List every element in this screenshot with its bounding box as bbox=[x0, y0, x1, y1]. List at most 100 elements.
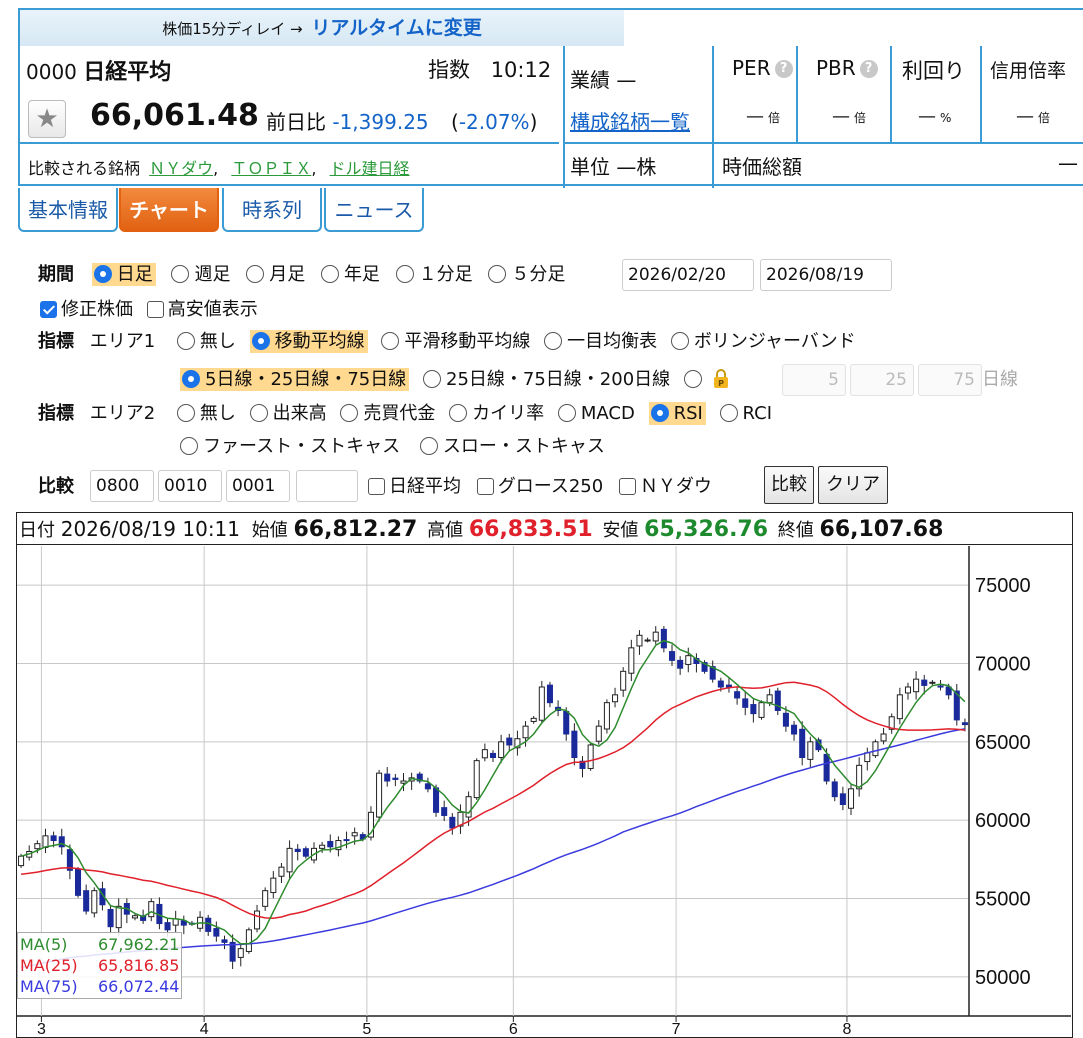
candle-body bbox=[327, 840, 334, 848]
period-weekly[interactable]: 週足 bbox=[171, 264, 230, 285]
close-value: 66,107.68 bbox=[819, 517, 944, 542]
compare-link-nydow[interactable]: ＮＹダウ bbox=[149, 159, 213, 178]
candle-body bbox=[660, 628, 667, 649]
adjusted-price-check[interactable]: 修正株価 bbox=[40, 299, 133, 320]
candle-body bbox=[75, 868, 82, 896]
y-tick-label: 65000 bbox=[975, 732, 1031, 754]
area2-deviation[interactable]: カイリ率 bbox=[449, 403, 544, 424]
compare-link-topix[interactable]: ＴＯＰＩＸ bbox=[231, 159, 311, 178]
tab-basic-info[interactable]: 基本情報 bbox=[18, 188, 118, 232]
compare-check-growth250[interactable]: グロース250 bbox=[476, 476, 603, 497]
open-label: 始値 bbox=[251, 520, 288, 541]
compare-code-3[interactable]: 0001 bbox=[226, 470, 290, 502]
candle-body bbox=[449, 816, 456, 829]
compare-label: 比較される銘柄 bbox=[28, 159, 141, 178]
quote-time: 10:12 bbox=[490, 58, 552, 82]
candle-body bbox=[506, 737, 513, 746]
hilo-check[interactable]: 高安値表示 bbox=[146, 299, 258, 320]
ma-option-25-75-200[interactable]: 25日線・75日線・200日線 bbox=[423, 369, 670, 390]
tab-chart[interactable]: チャート bbox=[119, 188, 219, 232]
area1-moving-average[interactable]: 移動平均線 bbox=[249, 330, 368, 353]
ma-custom-2-input[interactable]: 25 bbox=[850, 364, 914, 396]
compare-code-1[interactable]: 0800 bbox=[90, 470, 154, 502]
ma25-line bbox=[21, 681, 965, 919]
candle-body bbox=[319, 844, 326, 849]
area2-fast-stoch[interactable]: ファースト・ストキャス bbox=[180, 436, 400, 457]
y-tick-label: 60000 bbox=[975, 810, 1031, 832]
constituents-link[interactable]: 構成銘柄一覧 bbox=[570, 106, 690, 135]
low-label: 安値 bbox=[602, 520, 639, 541]
candle-body bbox=[791, 724, 798, 735]
candle-body bbox=[904, 686, 911, 694]
date-from-input[interactable]: 2026/02/20 bbox=[622, 259, 754, 291]
candle-body bbox=[107, 908, 114, 928]
ma-option-5-25-75[interactable]: 5日線・25日線・75日線 bbox=[180, 368, 410, 391]
compare-code-4[interactable] bbox=[296, 470, 358, 502]
area1-none[interactable]: 無し bbox=[176, 331, 236, 352]
candle-body bbox=[937, 685, 944, 688]
area2-trading-value[interactable]: 売買代金 bbox=[340, 403, 435, 424]
candle-body bbox=[392, 777, 399, 780]
candle-body bbox=[734, 691, 741, 699]
candle-body bbox=[254, 910, 261, 930]
area1-bollinger[interactable]: ボリンジャーバンド bbox=[670, 331, 856, 352]
ma-custom-3-input[interactable]: 75 bbox=[918, 364, 982, 396]
realtime-link[interactable]: リアルタイムに変更 bbox=[311, 17, 481, 39]
candle-body bbox=[245, 929, 252, 952]
candle-body bbox=[302, 848, 309, 857]
tab-time-series[interactable]: 時系列 bbox=[222, 188, 322, 232]
per-help-icon[interactable]: ? bbox=[774, 60, 793, 78]
candle-body bbox=[465, 796, 472, 818]
legend-ma5-value: 67,962.21 bbox=[98, 935, 180, 954]
ma-custom-1-input[interactable]: 5 bbox=[782, 364, 846, 396]
date-to-input[interactable]: 2026/08/19 bbox=[760, 259, 892, 291]
candle-body bbox=[522, 725, 529, 739]
period-5min[interactable]: ５分足 bbox=[488, 264, 565, 285]
area2-macd[interactable]: MACD bbox=[557, 403, 635, 424]
candle-body bbox=[913, 678, 920, 693]
area2-none[interactable]: 無し bbox=[176, 403, 236, 424]
ohlc-bar: 日付 2026/08/19 10:11 始値 66,812.27 高値 66,8… bbox=[17, 513, 1072, 545]
pbr-help-icon[interactable]: ? bbox=[859, 60, 878, 78]
ma-option-custom[interactable] bbox=[683, 369, 707, 390]
compare-check-nydow[interactable]: ＮＹダウ bbox=[618, 476, 712, 497]
tab-news[interactable]: ニュース bbox=[324, 188, 424, 232]
margin-label: 信用倍率 bbox=[990, 60, 1067, 82]
compare-check-nikkei[interactable]: 日経平均 bbox=[368, 476, 461, 497]
candle-body bbox=[628, 647, 635, 674]
candle-body bbox=[717, 680, 724, 688]
y-tick-label: 55000 bbox=[975, 889, 1031, 911]
x-tick-label: 8 bbox=[842, 1021, 851, 1036]
candle-body bbox=[880, 733, 887, 742]
candle-body bbox=[677, 659, 684, 669]
area2-rsi[interactable]: RSI bbox=[648, 402, 706, 425]
period-yearly[interactable]: 年足 bbox=[320, 264, 380, 285]
candle-body bbox=[538, 686, 545, 721]
quote-panel: 株価15分ディレイ → リアルタイムに変更 0000 日経平均 指数 10:12… bbox=[18, 8, 1083, 188]
compare-link-dollar-nikkei[interactable]: ドル建日経 bbox=[330, 159, 410, 178]
favorite-star-icon[interactable]: ★ bbox=[28, 100, 66, 138]
compare-button[interactable]: 比較 bbox=[764, 466, 814, 504]
candle-body bbox=[847, 788, 855, 809]
low-value: 65,326.76 bbox=[644, 517, 769, 542]
period-1min[interactable]: １分足 bbox=[395, 264, 473, 285]
area2-rci[interactable]: RCI bbox=[719, 403, 772, 424]
area2-volume[interactable]: 出来高 bbox=[249, 403, 327, 424]
area2-slow-stoch[interactable]: スロー・ストキャス bbox=[419, 436, 605, 457]
radio-daily[interactable] bbox=[93, 265, 112, 283]
candle-body bbox=[725, 684, 732, 688]
compare-code-2[interactable]: 0010 bbox=[158, 470, 222, 502]
clear-button[interactable]: クリア bbox=[818, 466, 888, 504]
legend-ma75-value: 66,072.44 bbox=[98, 977, 180, 996]
area1-smoothed-ma[interactable]: 平滑移動平均線 bbox=[381, 331, 530, 352]
legend-ma25-name: MA(25) bbox=[20, 956, 78, 975]
area1-ichimoku[interactable]: 一目均衡表 bbox=[544, 331, 657, 352]
candle-body bbox=[872, 741, 879, 757]
unit: 単位 —株 bbox=[570, 155, 657, 179]
period-daily[interactable]: 日足 bbox=[91, 263, 156, 286]
candle-body bbox=[807, 741, 814, 760]
candle-body bbox=[286, 847, 293, 873]
per-value: — bbox=[746, 106, 764, 127]
candle-body bbox=[668, 651, 676, 661]
period-monthly[interactable]: 月足 bbox=[246, 264, 305, 285]
